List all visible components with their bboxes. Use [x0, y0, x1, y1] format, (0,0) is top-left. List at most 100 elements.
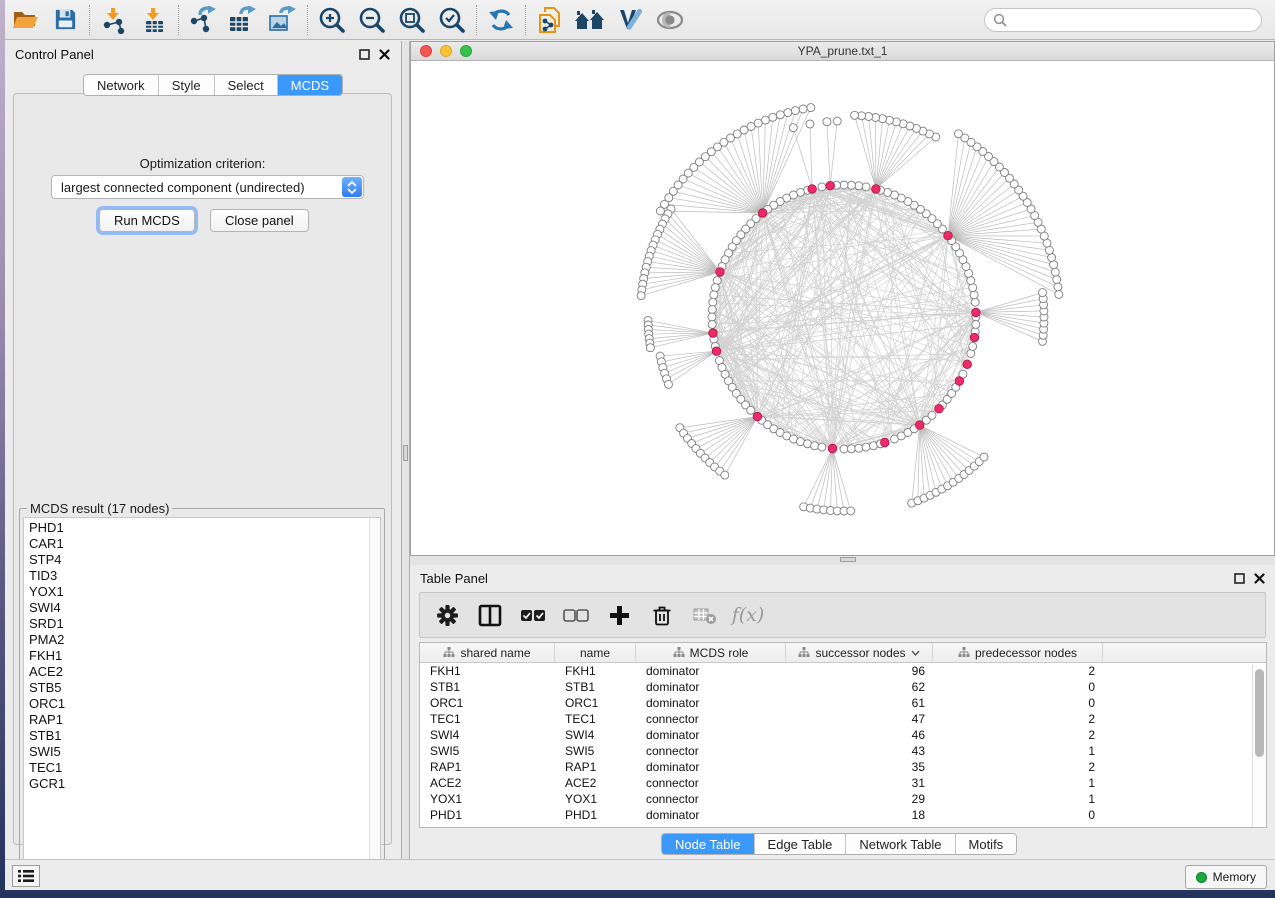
cell-name: RAP1 [555, 759, 636, 775]
show-hide-eye-icon[interactable] [650, 3, 690, 37]
table-row[interactable]: SWI4SWI4dominator462 [420, 727, 1266, 743]
search-input[interactable] [1012, 13, 1253, 27]
table-row[interactable]: FKH1FKH1dominator962 [420, 663, 1266, 679]
table-row[interactable]: TEC1TEC1connector472 [420, 711, 1266, 727]
gear-icon[interactable] [434, 602, 460, 628]
mcds-result-item[interactable]: ACE2 [29, 664, 380, 680]
hide-graphics-details-icon[interactable] [610, 3, 650, 37]
close-panel-icon[interactable] [1254, 573, 1265, 584]
columns-icon[interactable] [477, 602, 503, 628]
network-window-title: YPA_prune.txt_1 [411, 44, 1274, 58]
control-panel: Control Panel Optimization criterion: la… [5, 41, 400, 859]
cell-name: STB1 [555, 679, 636, 695]
mcds-result-item[interactable]: TEC1 [29, 760, 380, 776]
tab-edge-table[interactable]: Edge Table [755, 834, 847, 854]
mcds-result-item[interactable]: PMA2 [29, 632, 380, 648]
column-header-MCDS-role[interactable]: MCDS role [636, 643, 786, 662]
select-all-icon[interactable] [520, 602, 546, 628]
table-body: FKH1FKH1dominator962STB1STB1dominator620… [420, 663, 1266, 823]
mcds-result-item[interactable]: ORC1 [29, 696, 380, 712]
tab-network[interactable]: Network [84, 75, 159, 95]
mcds-result-item[interactable]: GCR1 [29, 776, 380, 792]
deselect-all-icon[interactable] [563, 602, 589, 628]
zoom-selected-icon[interactable] [432, 3, 472, 37]
mcds-result-item[interactable]: SWI4 [29, 600, 380, 616]
houses-icon[interactable] [570, 3, 610, 37]
tab-style[interactable]: Style [159, 75, 215, 95]
table-row[interactable]: PHD1PHD1dominator180 [420, 807, 1266, 823]
tab-network-table[interactable]: Network Table [846, 834, 955, 854]
export-image-icon[interactable] [263, 3, 303, 37]
mcds-result-item[interactable]: STP4 [29, 552, 380, 568]
network-window-titlebar[interactable]: YPA_prune.txt_1 [411, 42, 1274, 61]
add-row-icon[interactable] [606, 602, 632, 628]
cell-predecessor_nodes: 1 [933, 791, 1103, 807]
column-header-shared-name[interactable]: shared name [420, 643, 555, 662]
delete-row-icon[interactable] [649, 602, 675, 628]
column-header-name[interactable]: name [555, 643, 636, 662]
cell-mcds_role: connector [636, 743, 786, 759]
mcds-result-item[interactable]: STB1 [29, 728, 380, 744]
mcds-result-item[interactable]: PHD1 [29, 520, 380, 536]
vertical-splitter[interactable] [401, 41, 410, 859]
table-row[interactable]: RAP1RAP1dominator352 [420, 759, 1266, 775]
cell-shared_name: STB1 [420, 679, 555, 695]
splitter-handle[interactable] [840, 557, 856, 562]
table-row[interactable]: STB1STB1dominator620 [420, 679, 1266, 695]
save-session-icon[interactable] [45, 3, 85, 37]
cell-mcds_role: dominator [636, 679, 786, 695]
mcds-result-item[interactable]: TID3 [29, 568, 380, 584]
column-header-successor-nodes[interactable]: successor nodes [786, 643, 933, 662]
task-history-button[interactable] [12, 865, 40, 887]
horizontal-splitter[interactable] [410, 556, 1275, 565]
network-canvas[interactable] [411, 61, 1274, 555]
zoom-fit-icon[interactable] [392, 3, 432, 37]
export-network-icon[interactable] [183, 3, 223, 37]
tab-mcds[interactable]: MCDS [278, 75, 342, 95]
column-header-predecessor-nodes[interactable]: predecessor nodes [933, 643, 1103, 662]
table-row[interactable]: ORC1ORC1dominator610 [420, 695, 1266, 711]
mcds-result-item[interactable]: FKH1 [29, 648, 380, 664]
close-panel-button[interactable]: Close panel [210, 209, 309, 232]
zoom-out-icon[interactable] [352, 3, 392, 37]
table-row[interactable]: YOX1YOX1connector291 [420, 791, 1266, 807]
table-scrollbar-thumb[interactable] [1255, 669, 1264, 757]
tab-node-table[interactable]: Node Table [662, 834, 755, 854]
mcds-result-list[interactable]: PHD1CAR1STP4TID3YOX1SWI4SRD1PMA2FKH1ACE2… [23, 517, 381, 877]
network-graph [411, 61, 1274, 555]
mcds-result-item[interactable]: YOX1 [29, 584, 380, 600]
tab-motifs[interactable]: Motifs [956, 834, 1017, 854]
import-network-icon[interactable] [94, 3, 134, 37]
table-row[interactable]: SWI5SWI5connector431 [420, 743, 1266, 759]
search-field[interactable] [984, 8, 1262, 32]
float-panel-icon[interactable] [359, 49, 370, 60]
clone-network-icon[interactable] [530, 3, 570, 37]
cell-successor_nodes: 29 [786, 791, 933, 807]
splitter-handle[interactable] [403, 445, 408, 461]
cell-mcds_role: connector [636, 791, 786, 807]
table-scrollbar[interactable] [1252, 664, 1265, 828]
tab-select[interactable]: Select [215, 75, 278, 95]
mcds-result-item[interactable]: SRD1 [29, 616, 380, 632]
memory-button[interactable]: Memory [1185, 865, 1267, 889]
export-table-icon[interactable] [223, 3, 263, 37]
close-panel-icon[interactable] [379, 49, 390, 60]
float-panel-icon[interactable] [1234, 573, 1245, 584]
zoom-in-icon[interactable] [312, 3, 352, 37]
mcds-result-item[interactable]: RAP1 [29, 712, 380, 728]
open-session-icon[interactable] [5, 3, 45, 37]
import-table-icon[interactable] [134, 3, 174, 37]
mcds-result-item[interactable]: SWI5 [29, 744, 380, 760]
control-panel-tabs: NetworkStyleSelectMCDS [83, 74, 343, 96]
run-mcds-button[interactable]: Run MCDS [99, 209, 195, 232]
mcds-list-scrollbar[interactable] [369, 518, 380, 876]
mcds-result-item[interactable]: STB5 [29, 680, 380, 696]
control-panel-title: Control Panel [15, 47, 359, 62]
function-builder-icon[interactable]: f(x) [735, 602, 761, 628]
mcds-result-item[interactable]: CAR1 [29, 536, 380, 552]
delete-table-icon[interactable] [692, 602, 718, 628]
sort-chevron-icon[interactable] [911, 650, 920, 656]
refresh-icon[interactable] [481, 3, 521, 37]
table-row[interactable]: ACE2ACE2connector311 [420, 775, 1266, 791]
optimization-criterion-select[interactable]: largest connected component (undirected) [51, 175, 364, 199]
